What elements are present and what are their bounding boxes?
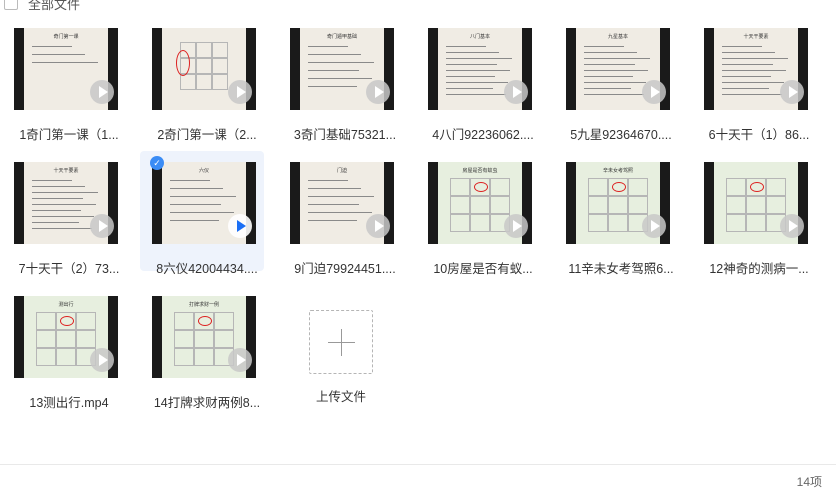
video-thumbnail: 测出行 — [14, 296, 118, 378]
file-tile[interactable]: 九星基本 5九星92364670.... — [554, 17, 678, 142]
play-icon[interactable] — [228, 214, 252, 238]
file-tile[interactable]: 门迫 9门迫79924451.... — [278, 151, 402, 276]
upload-label: 上传文件 — [315, 390, 366, 404]
video-thumbnail: 打牌求财一例 — [152, 296, 256, 378]
file-name[interactable]: 7十天干（2）73... — [2, 258, 136, 277]
video-thumbnail — [152, 28, 256, 110]
upload-button[interactable] — [309, 310, 373, 374]
video-thumbnail: 十天干要素 — [14, 162, 118, 244]
file-tile[interactable]: 打牌求财一例 14打牌求财两例8... — [140, 285, 264, 410]
file-name[interactable]: 8六仪42004434.... — [140, 258, 274, 277]
file-name[interactable]: 1奇门第一课（1... — [2, 124, 136, 143]
video-thumbnail — [704, 162, 808, 244]
play-icon[interactable] — [90, 214, 114, 238]
file-name[interactable]: 2奇门第一课（2... — [140, 124, 274, 143]
file-name[interactable]: 4八门92236062.... — [416, 124, 550, 143]
play-icon[interactable] — [90, 80, 114, 104]
item-count: 14项 — [796, 475, 822, 489]
file-tile[interactable]: 2奇门第一课（2... — [140, 17, 264, 142]
video-thumbnail: 辛未女考驾照 — [566, 162, 670, 244]
play-icon[interactable] — [366, 214, 390, 238]
file-tile[interactable]: 六仪 ✓ 8六仪42004434.... — [140, 151, 264, 276]
slide-title: 十天干要素 — [53, 168, 79, 174]
file-tile[interactable]: 奇门第一课 1奇门第一课（1... — [2, 17, 126, 142]
file-name[interactable]: 6十天干（1）86... — [692, 124, 826, 143]
file-name[interactable]: 10房屋是否有蚁... — [416, 258, 550, 277]
file-name[interactable]: 11辛未女考驾照6... — [554, 258, 688, 277]
play-icon[interactable] — [780, 80, 804, 104]
file-name[interactable]: 12神奇的测病一... — [692, 258, 826, 277]
play-icon[interactable] — [780, 214, 804, 238]
file-tile[interactable]: 十天干要素 6十天干（1）86... — [692, 17, 816, 142]
video-thumbnail: 六仪 — [152, 162, 256, 244]
video-thumbnail: 房屋是否有蚁虫 — [428, 162, 532, 244]
slide-title: 门迫 — [336, 168, 347, 174]
video-thumbnail: 门迫 — [290, 162, 394, 244]
play-icon[interactable] — [504, 80, 528, 104]
video-thumbnail: 九星基本 — [566, 28, 670, 110]
file-tile[interactable]: 房屋是否有蚁虫 10房屋是否有蚁... — [416, 151, 540, 276]
file-tile[interactable]: 测出行 13测出行.mp4 — [2, 285, 126, 410]
play-icon[interactable] — [504, 214, 528, 238]
slide-title: 测出行 — [58, 302, 74, 308]
play-icon[interactable] — [642, 214, 666, 238]
slide-title: 辛未女考驾照 — [602, 168, 633, 174]
play-icon[interactable] — [228, 80, 252, 104]
video-thumbnail: 十天干要素 — [704, 28, 808, 110]
file-tile[interactable]: 十天干要素 7十天干（2）73... — [2, 151, 126, 276]
file-grid: 奇门第一课 1奇门第一课（1... 2奇门第一课（2... 奇门遁甲基础 3奇门基础75… — [0, 0, 836, 460]
file-tile[interactable]: 辛未女考驾照 11辛未女考驾照6... — [554, 151, 678, 276]
slide-title: 房屋是否有蚁虫 — [462, 168, 498, 174]
slide-title: 九星基本 — [607, 34, 628, 40]
file-name[interactable]: 5九星92364670.... — [554, 124, 688, 143]
file-tile[interactable]: 12神奇的测病一... — [692, 151, 816, 276]
play-icon[interactable] — [90, 348, 114, 372]
video-thumbnail: 奇门遁甲基础 — [290, 28, 394, 110]
slide-title: 十天干要素 — [743, 34, 769, 40]
video-thumbnail: 奇门第一课 — [14, 28, 118, 110]
slide-title: 奇门遁甲基础 — [326, 34, 357, 40]
slide-title: 六仪 — [198, 168, 209, 174]
file-name[interactable]: 14打牌求财两例8... — [140, 392, 274, 411]
file-name[interactable]: 13测出行.mp4 — [2, 392, 136, 411]
video-thumbnail: 八门基本 — [428, 28, 532, 110]
slide-title: 打牌求财一例 — [188, 302, 219, 308]
play-icon[interactable] — [366, 80, 390, 104]
play-icon[interactable] — [642, 80, 666, 104]
file-name[interactable]: 3奇门基础75321... — [278, 124, 412, 143]
selected-check-icon[interactable]: ✓ — [150, 156, 164, 170]
slide-title: 八门基本 — [469, 34, 490, 40]
play-icon[interactable] — [228, 348, 252, 372]
file-tile[interactable]: 奇门遁甲基础 3奇门基础75321... — [278, 17, 402, 142]
divider — [0, 464, 836, 465]
file-name[interactable]: 9门迫79924451.... — [278, 258, 412, 277]
file-tile[interactable]: 八门基本 4八门92236062.... — [416, 17, 540, 142]
slide-title: 奇门第一课 — [53, 34, 79, 40]
